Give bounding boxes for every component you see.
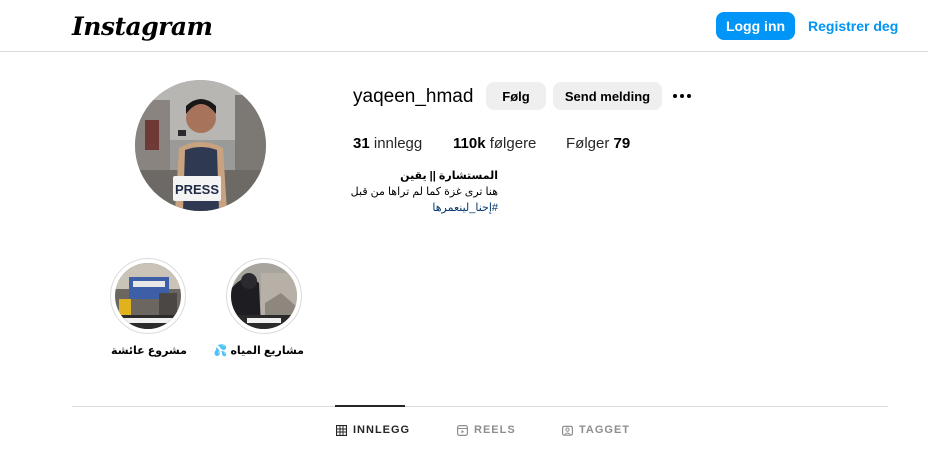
bio-hashtag-link[interactable]: #إحنا_لينعمرها	[310, 201, 498, 214]
send-message-button[interactable]: Send melding	[553, 82, 662, 110]
highlight-1[interactable]: مشروع عائشة	[110, 258, 188, 357]
bio-full-name: المستشارة || يقين	[400, 170, 498, 182]
followers-count: 110k	[453, 135, 486, 152]
highlight-2-label: مشاريع المياه 💦	[213, 345, 304, 357]
top-navigation-bar: Instagram Logg inn Registrer deg	[0, 0, 928, 52]
followers-label: følgere	[489, 135, 537, 152]
following-stat[interactable]: Følger 79	[566, 135, 630, 152]
tagged-icon	[562, 425, 573, 436]
following-count: 79	[613, 135, 631, 152]
register-link[interactable]: Registrer deg	[808, 18, 898, 34]
highlight-2[interactable]: مشاريع المياه 💦	[213, 258, 304, 357]
bio-text: هنا ترى غزة كما لم تراها من قبل	[350, 186, 498, 198]
follow-button[interactable]: Følg	[486, 82, 546, 110]
tab-reels[interactable]: REELS	[457, 424, 516, 436]
tab-reels-label: REELS	[474, 424, 516, 436]
reels-icon	[457, 424, 468, 436]
profile-username: yaqeen_hmad	[353, 86, 474, 107]
tabs-divider	[72, 406, 888, 407]
followers-stat[interactable]: 110k følgere	[453, 135, 536, 152]
avatar-photo: PRESS	[135, 80, 266, 211]
login-button[interactable]: Logg inn	[716, 12, 795, 40]
press-badge-text: PRESS	[175, 182, 219, 197]
more-options-icon[interactable]	[670, 84, 694, 108]
highlight-1-label: مشروع عائشة	[111, 345, 187, 357]
highlight-ring	[226, 258, 302, 334]
posts-count: 31	[353, 135, 370, 152]
posts-label: innlegg	[373, 135, 423, 152]
tab-posts-label: INNLEGG	[353, 424, 411, 436]
tab-tagged[interactable]: TAGGET	[562, 424, 630, 436]
following-label: Følger	[566, 135, 610, 152]
posts-stat: 31 innlegg	[353, 135, 422, 152]
tab-posts[interactable]: INNLEGG	[336, 424, 410, 436]
instagram-logo[interactable]: Instagram	[72, 12, 213, 41]
highlight-ring	[110, 258, 186, 334]
tab-tagged-label: TAGGET	[579, 424, 631, 436]
highlight-cover	[115, 263, 181, 329]
active-tab-indicator	[335, 405, 405, 407]
profile-avatar[interactable]: PRESS	[135, 80, 266, 211]
grid-icon	[336, 424, 347, 436]
highlight-cover	[231, 263, 297, 329]
